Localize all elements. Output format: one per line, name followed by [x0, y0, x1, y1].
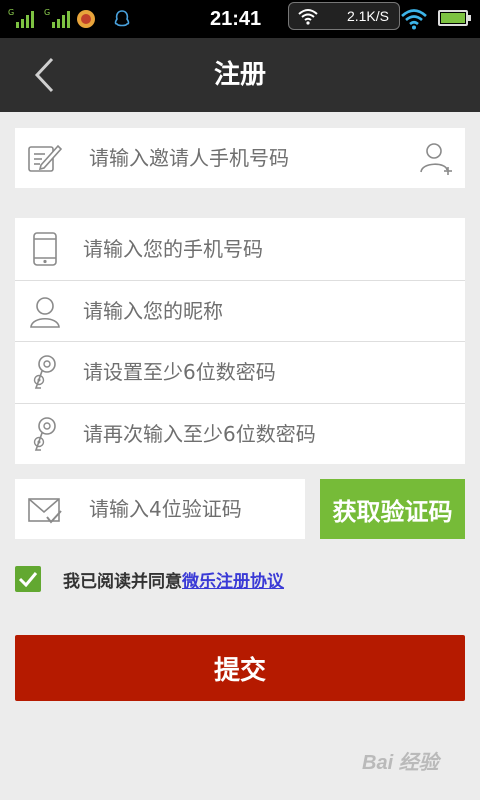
user-icon [25, 292, 65, 332]
app-notification-icon [77, 10, 95, 28]
agreement-row: 我已阅读并同意 微乐注册协议 [15, 564, 284, 594]
signal-type-label: G [8, 8, 15, 17]
code-input[interactable] [89, 479, 289, 539]
submit-button[interactable]: 提交 [15, 635, 465, 701]
battery-icon [438, 10, 471, 26]
watermark: Bai 经验 [362, 752, 439, 774]
code-row [15, 479, 305, 539]
network-speed-text: 2.1K/S [346, 8, 389, 24]
wifi-signal-icon [401, 9, 427, 30]
nickname-input[interactable] [83, 280, 423, 341]
confirm-password-row [15, 402, 465, 464]
agree-checkbox[interactable] [15, 566, 41, 592]
checkmark-icon [18, 572, 38, 587]
phone-row [15, 218, 465, 280]
key-icon [25, 353, 65, 393]
agreement-text: 我已阅读并同意 [63, 571, 182, 592]
status-left-icons: G G [0, 0, 132, 38]
agreement-link[interactable]: 微乐注册协议 [182, 567, 284, 592]
invite-phone-input[interactable] [89, 128, 429, 188]
password-input[interactable] [83, 342, 423, 403]
password-row [15, 341, 465, 403]
chevron-left-icon [34, 57, 54, 93]
signal-icon: G [8, 8, 34, 28]
phone-icon [25, 229, 65, 269]
signal-type-label-2: G [44, 8, 51, 17]
phone-input[interactable] [83, 218, 423, 280]
signal-icon-2: G [44, 8, 70, 28]
code-card [15, 479, 305, 539]
confirm-password-input[interactable] [83, 403, 423, 464]
clock: 21:41 [210, 8, 262, 30]
network-speed-indicator: 2.1K/S [288, 2, 400, 30]
wifi-icon [298, 9, 318, 25]
invite-row [15, 128, 465, 188]
page-title: 注册 [213, 60, 266, 90]
add-user-icon [420, 143, 452, 175]
status-bar: G G 21:41 2.1K/S [0, 0, 480, 38]
back-button[interactable] [22, 52, 66, 98]
account-card [15, 218, 465, 464]
invite-card [15, 128, 465, 188]
qq-icon [114, 10, 130, 27]
title-bar: 注册 [0, 38, 480, 112]
get-code-button[interactable]: 获取验证码 [320, 479, 465, 539]
edit-icon [25, 138, 65, 178]
key-icon [25, 415, 65, 455]
mail-icon [25, 490, 65, 530]
nickname-row [15, 279, 465, 341]
add-contact-button[interactable] [417, 138, 457, 178]
